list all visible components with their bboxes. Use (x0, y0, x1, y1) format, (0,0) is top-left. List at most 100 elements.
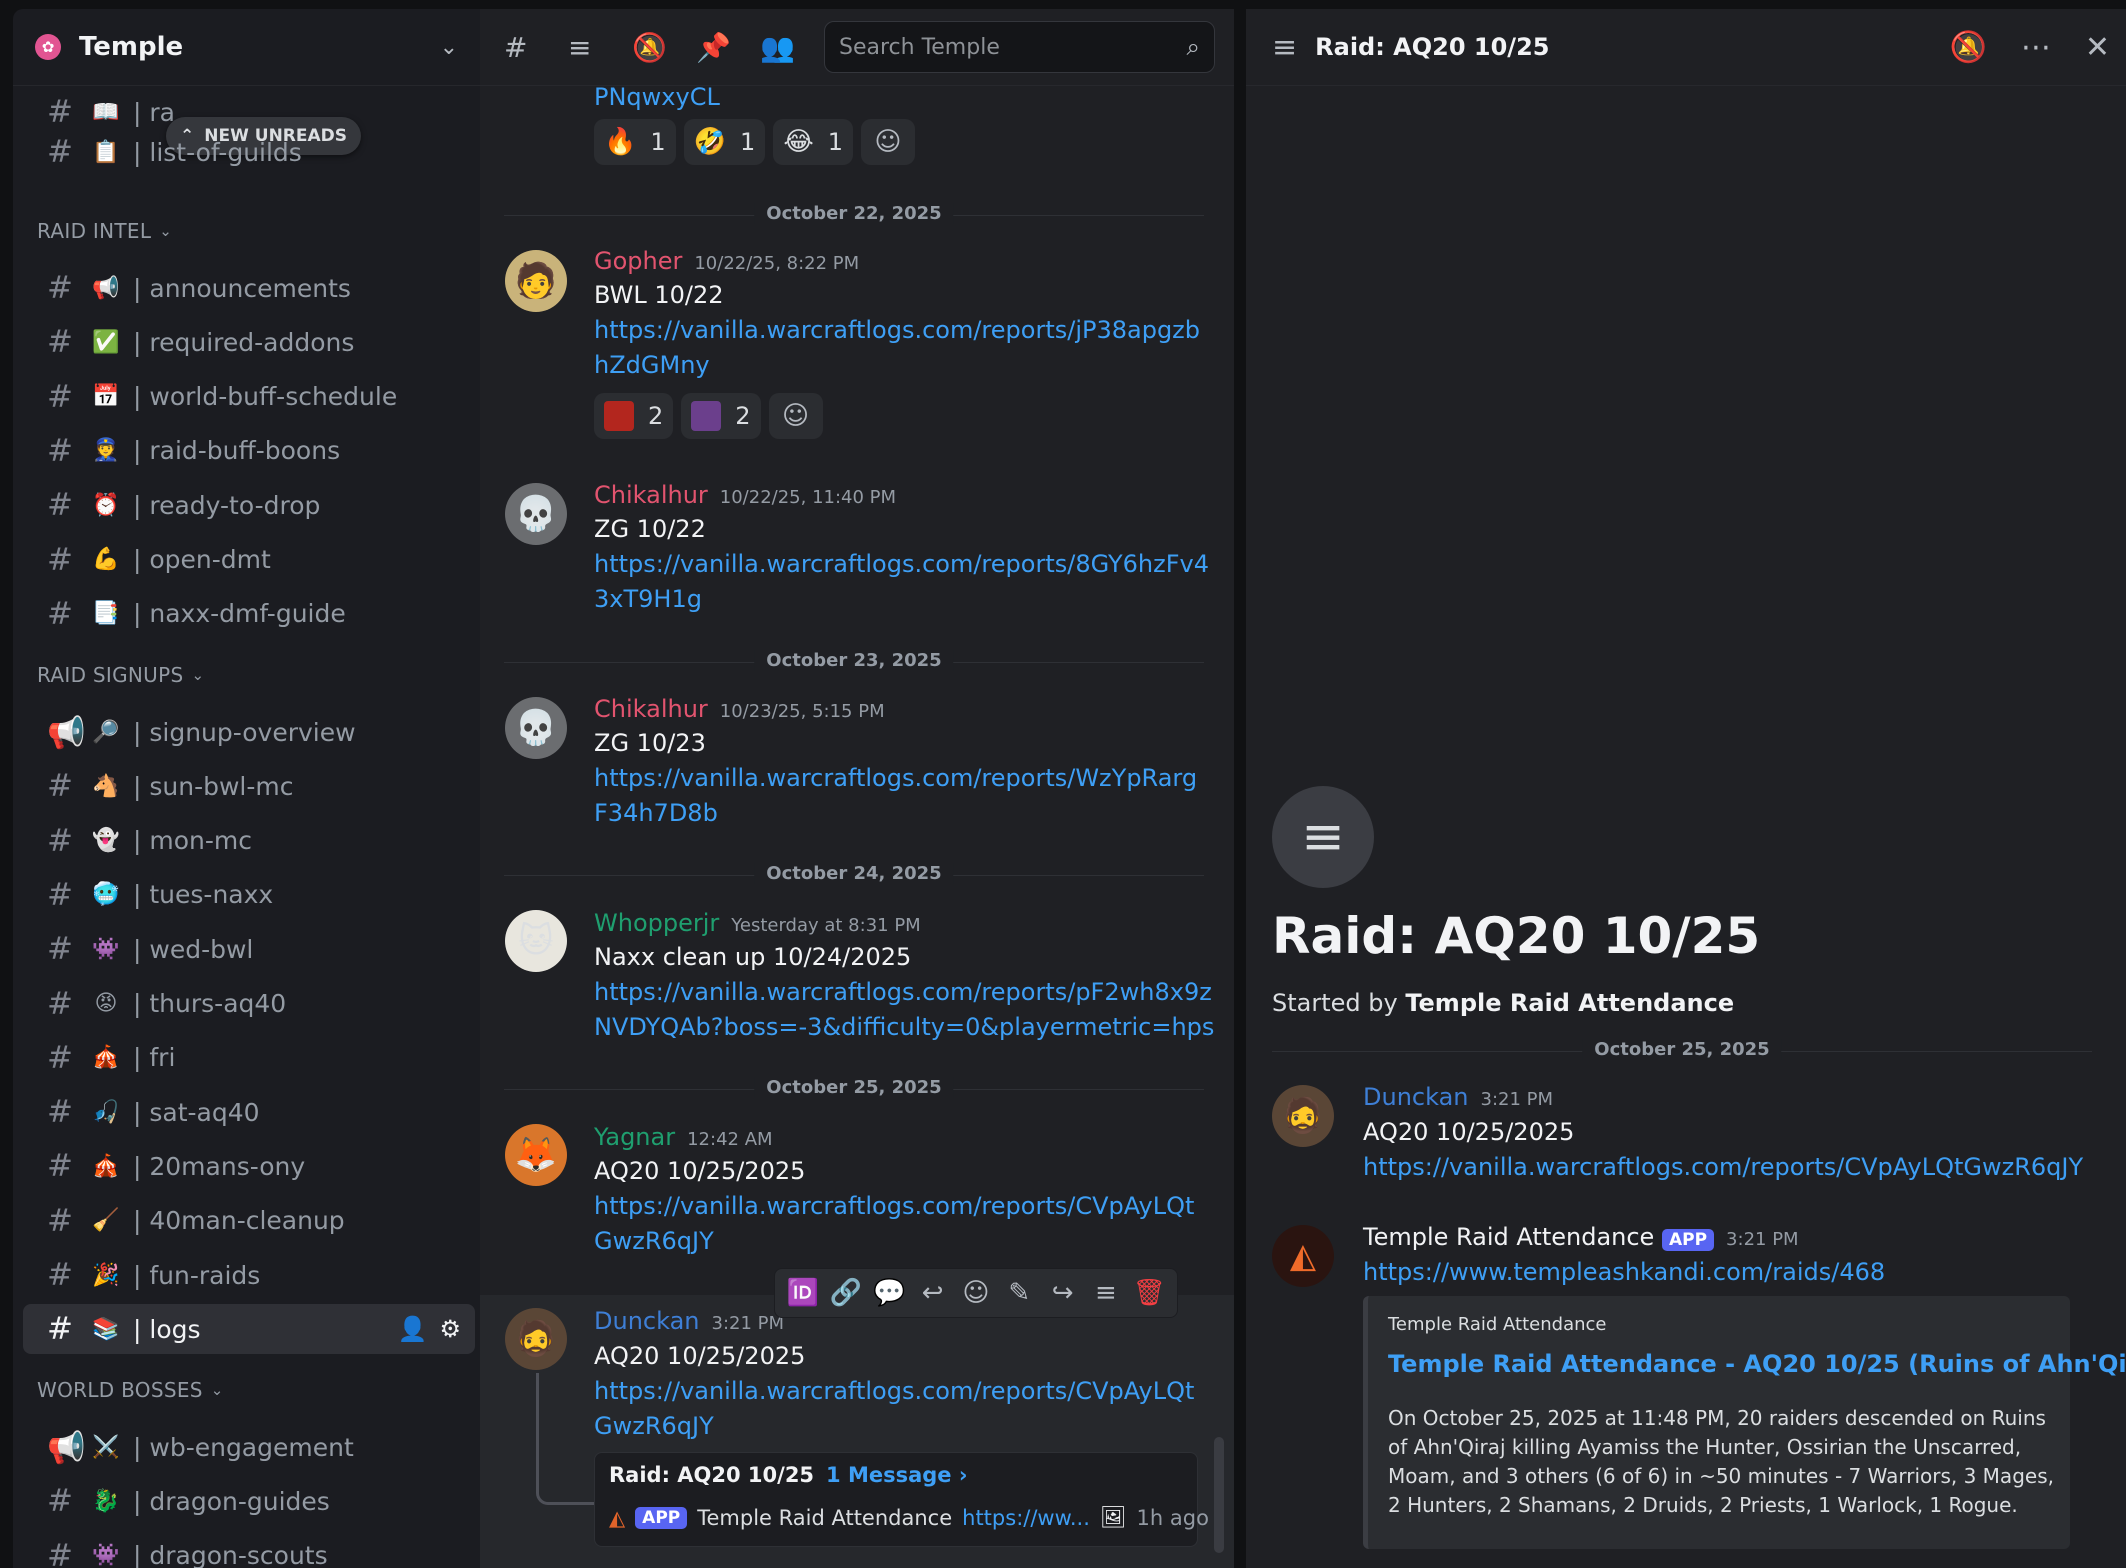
hash-icon: # (47, 931, 73, 968)
author-name[interactable]: Chikalhur (594, 481, 708, 509)
search-box[interactable]: ⌕ (824, 21, 1215, 73)
avatar[interactable]: 🧔 (1272, 1085, 1334, 1147)
channel-sun-bwl-mc[interactable]: # 🐴 | sun-bwl-mc (23, 761, 475, 811)
message-link[interactable]: https://vanilla.warcraftlogs.com/reports… (594, 978, 1212, 1006)
avatar[interactable]: 🦊 (505, 1124, 567, 1186)
add-reaction-icon[interactable]: ☺ (860, 119, 915, 165)
channel-20mans-ony[interactable]: # 🎪 | 20mans-ony (23, 1141, 475, 1191)
embed-title[interactable]: Temple Raid Attendance - AQ20 10/25 (Rui… (1388, 1350, 2126, 1378)
timestamp: Yesterday at 8:31 PM (731, 915, 921, 936)
copy-id-icon[interactable]: 🆔 (783, 1278, 823, 1308)
message-link[interactable]: NVDYQAb?boss=-3&difficulty=0&playermetri… (594, 1013, 1214, 1041)
invite-icon[interactable]: 👤 (398, 1315, 428, 1343)
channel-fri[interactable]: # 🎪 | fri (23, 1033, 475, 1083)
category-raid-signups[interactable]: RAID SIGNUPS ⌄ (37, 663, 204, 687)
chevron-down-icon[interactable]: ⌄ (440, 35, 458, 60)
channel-40man-cleanup[interactable]: # 🧹 | 40man-cleanup (23, 1196, 475, 1246)
channel-logs[interactable]: # 📚 | logs 👤 ⚙ (23, 1304, 475, 1355)
avatar[interactable]: 🐱 (505, 910, 567, 972)
channel-mon-mc[interactable]: # 👻 | mon-mc (23, 816, 475, 866)
channel-sat-aq40[interactable]: # 🎣 | sat-aq40 (23, 1087, 475, 1137)
channel-fun-raids[interactable]: # 🎉 | fun-raids (23, 1250, 475, 1300)
reaction-custom-2[interactable]: 2 (681, 393, 761, 439)
channel-emoji: 🐉 (92, 1488, 120, 1514)
more-options-icon[interactable]: ⋯ (2021, 30, 2051, 65)
scrollbar-thumb[interactable] (1214, 1437, 1224, 1553)
date-divider: October 24, 2025 (504, 863, 1204, 884)
gear-icon[interactable]: ⚙ (439, 1315, 461, 1343)
author-name[interactable]: Yagnar (594, 1123, 675, 1151)
message-link[interactable]: https://vanilla.warcraftlogs.com/reports… (594, 1192, 1194, 1220)
member-list-icon[interactable]: 👥 (760, 31, 824, 64)
channel-signup-overview[interactable]: 📢 🔎 | signup-overview (23, 707, 475, 757)
date-divider: October 23, 2025 (504, 650, 1204, 671)
channel-raid-buff-boons[interactable]: # 👮 | raid-buff-boons (23, 426, 475, 476)
avatar[interactable]: 💀 (505, 483, 567, 545)
channel-world-buff-schedule[interactable]: # 📅 | world-buff-schedule (23, 372, 475, 422)
image-icon: 🖼 (1099, 1505, 1127, 1529)
delete-icon[interactable]: 🗑 (1129, 1278, 1169, 1308)
channel-wed-bwl[interactable]: # 👾 | wed-bwl (23, 924, 475, 974)
edit-icon[interactable]: ✎ (999, 1278, 1039, 1308)
channel-open-dmt[interactable]: # 💪 | open-dmt (23, 535, 475, 585)
message-header: Yagnar 12:42 AM (594, 1123, 773, 1151)
author-name[interactable]: Chikalhur (594, 695, 708, 723)
message-link[interactable]: 3xT9H1g (594, 585, 702, 613)
channel-wb-engagement[interactable]: 📢 ⚔️ | wb-engagement (23, 1422, 475, 1472)
mute-bell-icon[interactable]: 🔕 (1950, 30, 1987, 65)
avatar[interactable]: 🧑 (505, 250, 567, 312)
add-reaction-icon[interactable]: ☺ (956, 1278, 996, 1308)
avatar[interactable]: 💀 (505, 697, 567, 759)
thread-message-count[interactable]: 1 Message › (826, 1463, 967, 1487)
reaction-joy[interactable]: 😂 1 (773, 119, 853, 165)
thread-preview-card[interactable]: Raid: AQ20 10/25 1 Message › ◭ APP Temple… (594, 1452, 1209, 1547)
message-link[interactable]: PNqwxyCL (594, 83, 720, 111)
threads-icon[interactable]: ≡ (568, 31, 632, 64)
message-link[interactable]: https://www.templeashkandi.com/raids/468 (1363, 1258, 1885, 1286)
reply-icon[interactable]: ↩ (913, 1278, 953, 1308)
channel-ready-to-drop[interactable]: # ⏰ | ready-to-drop (23, 480, 475, 530)
add-reaction-icon[interactable]: ☺ (768, 393, 823, 439)
thread-reply-icon[interactable]: 💬 (869, 1278, 909, 1308)
forward-icon[interactable]: ↪ (1043, 1278, 1083, 1308)
server-header[interactable]: ✿ Temple ⌄ (13, 9, 480, 86)
message-link[interactable]: GwzR6qJY (594, 1227, 714, 1255)
category-raid-intel[interactable]: RAID INTEL ⌄ (37, 219, 172, 243)
avatar[interactable]: 🧔 (505, 1308, 567, 1370)
channel-name: dragon-scouts (149, 1541, 328, 1568)
author-name[interactable]: Gopher (594, 247, 682, 275)
started-by-name[interactable]: Temple Raid Attendance (1405, 989, 1734, 1017)
channel-dragon-scouts[interactable]: # 👾 | dragon-scouts (23, 1531, 475, 1568)
message-link[interactable]: https://vanilla.warcraftlogs.com/reports… (594, 550, 1209, 578)
bot-avatar[interactable]: ◭ (1272, 1225, 1334, 1287)
message-link[interactable]: hZdGMny (594, 351, 710, 379)
reaction-rofl[interactable]: 🤣 1 (683, 119, 766, 165)
author-name[interactable]: Whopperjr (594, 909, 719, 937)
channel-tues-naxx[interactable]: # 🥶 | tues-naxx (23, 870, 475, 920)
channel-dragon-guides[interactable]: # 🐉 | dragon-guides (23, 1476, 475, 1526)
message-link[interactable]: https://vanilla.warcraftlogs.com/reports… (594, 316, 1200, 344)
message-link[interactable]: GwzR6qJY (594, 1412, 714, 1440)
author-name[interactable]: Temple Raid Attendance (1363, 1223, 1654, 1251)
author-name[interactable]: Dunckan (594, 1307, 700, 1335)
message-link[interactable]: https://vanilla.warcraftlogs.com/reports… (1363, 1153, 2083, 1181)
mute-bell-icon[interactable]: 🔕 (632, 31, 696, 64)
channel-required-addons[interactable]: # ✅ | required-addons (23, 317, 475, 367)
channel-thurs-aq40[interactable]: # 😡 | thurs-aq40 (23, 979, 475, 1029)
author-name[interactable]: Dunckan (1363, 1083, 1469, 1111)
channel-list-of-guilds[interactable]: # 📋 | list-of-guilds (23, 127, 475, 177)
close-icon[interactable]: ✕ (2085, 30, 2110, 65)
reaction-custom-1[interactable]: 2 (594, 393, 674, 439)
message-link[interactable]: F34h7D8b (594, 799, 718, 827)
create-thread-icon[interactable]: ≡ (1086, 1278, 1126, 1308)
channel-naxx-dmf-guide[interactable]: # 📑 | naxx-dmf-guide (23, 589, 475, 639)
message-link[interactable]: https://vanilla.warcraftlogs.com/reports… (594, 764, 1197, 792)
message-link[interactable]: https://vanilla.warcraftlogs.com/reports… (594, 1377, 1194, 1405)
search-input[interactable] (839, 34, 1187, 60)
category-world-bosses[interactable]: WORLD BOSSES ⌄ (37, 1378, 224, 1402)
channel-announcements[interactable]: # 📢 | announcements (23, 263, 475, 313)
reaction-fire[interactable]: 🔥 1 (594, 119, 676, 165)
copy-link-icon[interactable]: 🔗 (826, 1278, 866, 1308)
search-icon[interactable]: ⌕ (1187, 33, 1200, 61)
pin-icon[interactable]: 📌 (696, 31, 760, 64)
